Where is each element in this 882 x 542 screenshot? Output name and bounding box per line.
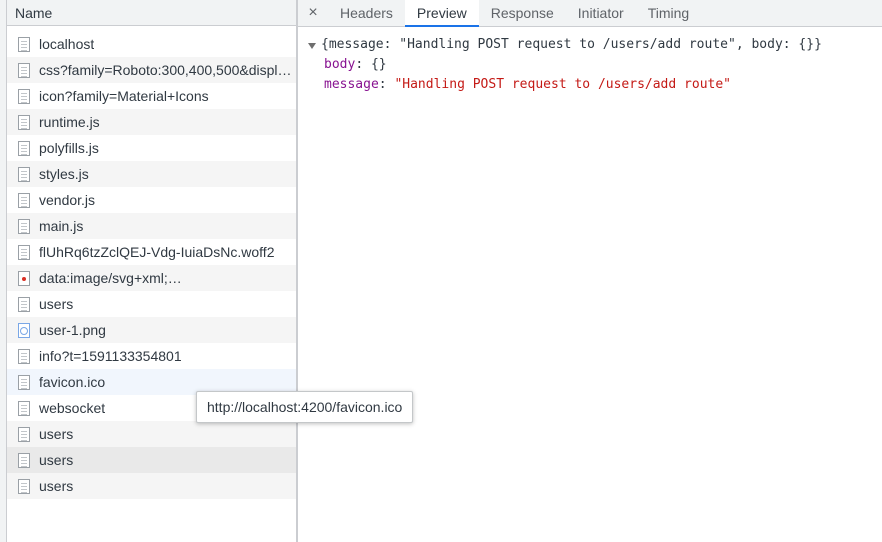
request-row[interactable]: info?t=1591133354801 (7, 343, 296, 369)
tab-initiator[interactable]: Initiator (566, 0, 636, 26)
preview-property-message: message: "Handling POST request to /user… (308, 75, 882, 95)
request-name: vendor.js (39, 192, 96, 208)
left-edge-strip (0, 0, 7, 542)
request-name: user-1.png (39, 322, 106, 338)
request-name: users (39, 426, 74, 442)
request-row[interactable]: localhost (7, 31, 296, 57)
property-separator: : (355, 57, 371, 72)
request-row[interactable]: css?family=Roboto:300,400,500&display=sw… (7, 57, 296, 83)
request-name: styles.js (39, 166, 89, 182)
request-row[interactable]: users (7, 473, 296, 499)
request-row[interactable]: user-1.png (7, 317, 296, 343)
request-name: polyfills.js (39, 140, 99, 156)
request-name: css?family=Roboto:300,400,500&display=sw… (39, 62, 293, 78)
tab-response[interactable]: Response (479, 0, 566, 26)
close-detail-button[interactable]: × (298, 0, 328, 26)
preview-property-body: body: {} (308, 55, 882, 75)
document-icon (18, 374, 30, 390)
request-row[interactable]: data:image/svg+xml;… (7, 265, 296, 291)
request-name: icon?family=Material+Icons (39, 88, 209, 104)
request-row[interactable]: vendor.js (7, 187, 296, 213)
document-icon (18, 296, 30, 312)
tab-headers[interactable]: Headers (328, 0, 405, 26)
property-value: "Handling POST request to /users/add rou… (394, 77, 731, 92)
document-icon (18, 166, 30, 182)
request-name: flUhRq6tzZclQEJ-Vdg-IuiaDsNc.woff2 (39, 244, 275, 260)
request-name: users (39, 296, 74, 312)
svg-image-icon (18, 270, 30, 286)
expand-triangle-icon[interactable] (308, 42, 316, 49)
preview-root-line[interactable]: {message: "Handling POST request to /use… (308, 35, 882, 55)
request-name: users (39, 478, 74, 494)
url-tooltip: http://localhost:4200/favicon.ico (196, 391, 414, 423)
devtools-network-panel: Name localhost css?family=Roboto:300,400,… (0, 0, 882, 542)
document-icon (18, 348, 30, 364)
request-name: users (39, 452, 74, 468)
document-icon (18, 478, 30, 494)
request-row[interactable]: users (7, 447, 296, 473)
property-value: {} (370, 57, 387, 72)
request-row[interactable]: icon?family=Material+Icons (7, 83, 296, 109)
name-column-header[interactable]: Name (7, 0, 296, 26)
request-row[interactable]: users (7, 291, 296, 317)
document-icon (18, 218, 30, 234)
detail-tabbar: × Headers Preview Response Initiator Timing (298, 0, 882, 27)
request-name: data:image/svg+xml;… (39, 270, 182, 286)
request-row[interactable]: main.js (7, 213, 296, 239)
document-icon (18, 62, 30, 78)
document-icon (18, 88, 30, 104)
close-icon: × (308, 4, 318, 21)
request-row[interactable]: polyfills.js (7, 135, 296, 161)
request-name: runtime.js (39, 114, 100, 130)
document-icon (18, 452, 30, 468)
request-row[interactable]: flUhRq6tzZclQEJ-Vdg-IuiaDsNc.woff2 (7, 239, 296, 265)
tab-preview[interactable]: Preview (404, 0, 479, 27)
request-list-panel: Name localhost css?family=Roboto:300,400,… (7, 0, 296, 542)
png-image-icon (18, 322, 30, 338)
property-key: message (324, 77, 379, 92)
preview-summary: {message: "Handling POST request to /use… (321, 37, 822, 52)
document-icon (18, 426, 30, 442)
request-row[interactable]: runtime.js (7, 109, 296, 135)
request-detail-panel: × Headers Preview Response Initiator Timing … (298, 0, 882, 542)
name-column-label: Name (15, 4, 53, 21)
request-name: localhost (39, 36, 95, 52)
document-icon (18, 114, 30, 130)
tab-timing[interactable]: Timing (636, 0, 702, 26)
document-icon (18, 244, 30, 260)
request-name: favicon.ico (39, 374, 106, 390)
property-key: body (324, 57, 356, 72)
document-icon (18, 400, 30, 416)
preview-content: {message: "Handling POST request to /use… (298, 27, 882, 95)
request-row[interactable]: styles.js (7, 161, 296, 187)
request-name: main.js (39, 218, 84, 234)
property-separator: : (378, 77, 395, 92)
document-icon (18, 192, 30, 208)
request-row[interactable]: users (7, 421, 296, 447)
request-list: localhost css?family=Roboto:300,400,500&d… (7, 31, 296, 499)
tooltip-text: http://localhost:4200/favicon.ico (207, 399, 403, 415)
document-icon (18, 140, 30, 156)
request-name: websocket (39, 400, 106, 416)
document-icon (18, 36, 30, 52)
request-name: info?t=1591133354801 (39, 348, 182, 364)
